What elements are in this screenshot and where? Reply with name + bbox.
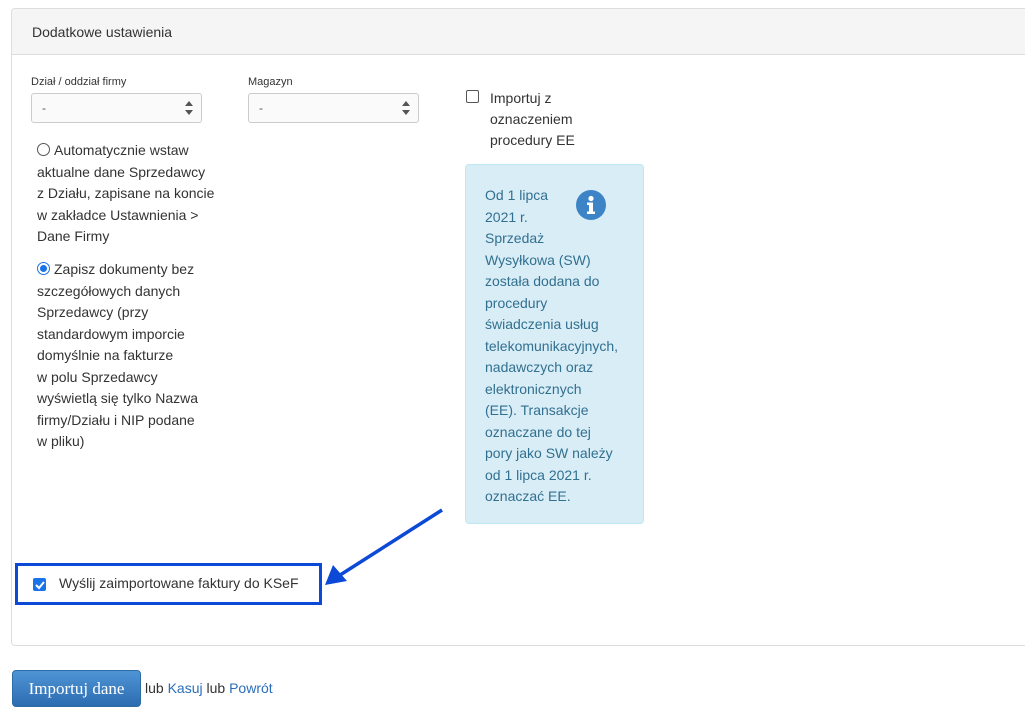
import-ee-line: procedury EE <box>490 132 575 148</box>
info-line: od 1 lipca 2021 r. <box>485 466 592 483</box>
info-line: Od 1 lipca <box>485 187 549 203</box>
info-line: elektronicznych <box>485 380 582 397</box>
annotation-arrow-icon <box>325 508 443 585</box>
dzial-select-value: - <box>42 101 46 115</box>
info-line: została dodana do <box>485 273 600 289</box>
magazyn-select[interactable]: - <box>248 93 419 123</box>
info-line: pory jako SW należy <box>485 445 613 461</box>
radio-auto-line: aktualne dane Sprzedawcy <box>37 163 206 180</box>
cancel-link[interactable]: Kasuj <box>168 680 203 696</box>
radio-option-no-details[interactable]: Zapisz dokumenty bez szczegółowych danyc… <box>37 259 237 453</box>
radio-no-details-line: w polu Sprzedawcy <box>37 368 158 385</box>
ksef-highlight-box: Wyślij zaimportowane faktury do KSeF <box>15 563 322 605</box>
check-icon <box>35 581 45 590</box>
info-line: oznaczane do tej <box>485 423 591 440</box>
radio-no-details-line: standardowym imporcie <box>37 325 185 342</box>
import-button[interactable]: Importuj dane <box>12 670 141 707</box>
import-ee-label[interactable]: Importuj z oznaczeniem procedury EE <box>490 88 575 151</box>
import-ee-line: oznaczeniem <box>490 111 573 127</box>
radio-option-auto[interactable]: Automatycznie wstaw aktualne dane Sprzed… <box>37 140 237 248</box>
radio-auto-line: w zakładce Ustawnienia > <box>37 206 199 223</box>
radio-auto-line: Automatycznie wstaw <box>54 142 189 158</box>
import-ee-line: Importuj z <box>490 90 552 106</box>
dzial-label: Dział / oddział firmy <box>31 76 127 88</box>
radio-no-details-line: Sprzedawcy (przy <box>37 304 149 320</box>
back-link[interactable]: Powrót <box>229 680 273 696</box>
radio-no-details-line: Zapisz dokumenty bez <box>54 261 195 277</box>
select-arrows-icon <box>402 101 410 115</box>
info-line: oznaczać EE. <box>485 488 571 504</box>
info-line: Wysyłkowa (SW) <box>485 251 591 268</box>
ksef-label[interactable]: Wyślij zaimportowane faktury do KSeF <box>59 575 299 591</box>
info-line: nadawczych oraz <box>485 359 594 375</box>
import-ee-checkbox[interactable] <box>466 90 479 103</box>
info-line: świadczenia usług <box>485 316 599 332</box>
dzial-select[interactable]: - <box>31 93 202 123</box>
radio-no-details-line: szczegółowych danych <box>37 282 181 299</box>
info-line: procedury <box>485 294 548 311</box>
info-line: (EE). Transakcje <box>485 402 589 418</box>
radio-no-details-line: wyświetlą się tylko Nazwa <box>37 390 199 406</box>
info-circle-icon <box>576 190 606 220</box>
info-line: Sprzedaż <box>485 230 545 246</box>
separator-text: lub <box>145 680 164 696</box>
radio-auto-line: z Działu, zapisane na koncie <box>37 185 215 201</box>
magazyn-select-value: - <box>259 101 263 115</box>
radio-no-details-line: w pliku) <box>37 433 85 449</box>
info-line: 2021 r. <box>485 208 528 225</box>
radio-auto-line: Dane Firmy <box>37 228 110 244</box>
radio-no-details-line: firmy/Działu i NIP podane <box>37 411 195 428</box>
panel-title: Dodatkowe ustawienia <box>12 9 1025 55</box>
info-line: telekomunikacyjnych, <box>485 337 619 354</box>
ee-info-box: Od 1 lipca 2021 r. Sprzedaż Wysyłkowa (S… <box>465 164 644 524</box>
magazyn-label: Magazyn <box>248 76 293 88</box>
radio-no-details[interactable] <box>37 262 50 275</box>
separator-text: lub <box>206 680 226 696</box>
bottom-actions: lub Kasuj lub Powrót <box>145 680 273 696</box>
ksef-checkbox[interactable] <box>33 578 46 591</box>
radio-no-details-line: domyślnie na fakturze <box>37 347 174 363</box>
ee-info-text: Od 1 lipca 2021 r. Sprzedaż Wysyłkowa (S… <box>485 185 635 508</box>
radio-auto[interactable] <box>37 143 50 156</box>
select-arrows-icon <box>185 101 193 115</box>
